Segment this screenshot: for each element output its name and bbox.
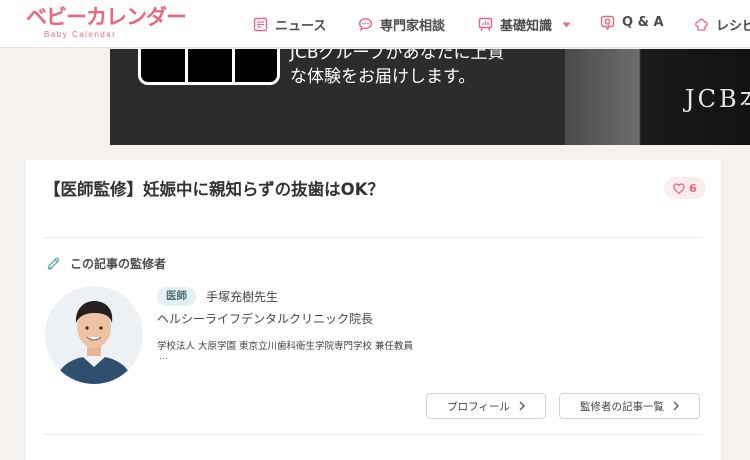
site-logo[interactable]: ベビーカレンダー Baby Calendar — [26, 4, 187, 39]
chef-hat-icon — [695, 18, 708, 31]
site-header: ベビーカレンダー Baby Calendar ニュース 専門家相談 基礎知識 Q… — [0, 0, 750, 48]
chevron-right-icon — [519, 401, 525, 411]
caret-down-icon — [562, 22, 571, 27]
nav-label-qa: Q & A — [622, 15, 664, 30]
article-card: 【医師監修】妊娠中に親知らずの抜歯はOK？ 6 この記事の監修者 医師 手塚充樹… — [26, 160, 721, 460]
newspaper-icon — [253, 17, 268, 32]
nav-label-basic-knowledge: 基礎知識 — [500, 19, 553, 34]
nav-item-expert-consult[interactable]: 専門家相談 — [358, 15, 445, 34]
jcb-logo-block — [138, 49, 280, 85]
description-ellipsis: … — [159, 352, 168, 362]
article-title: 【医師監修】妊娠中に親知らずの抜歯はOK？ — [44, 180, 384, 199]
banner-photo-sign: JCB本 — [685, 85, 750, 113]
banner-line-2: な体験をお届けします。 — [290, 67, 476, 87]
nav-label-expert-consult: 専門家相談 — [380, 19, 446, 34]
svg-text:Q: Q — [604, 17, 610, 26]
qa-bubble-icon: Q — [600, 15, 615, 30]
supervisor-avatar — [45, 286, 143, 384]
supervisor-name: 手塚充樹先生 — [206, 290, 279, 304]
supervisor-heading-label: この記事の監修者 — [70, 257, 167, 271]
heart-icon — [673, 182, 685, 194]
logo-subtitle: Baby Calendar — [44, 30, 117, 39]
banner-text: JCBグループがあなたに上質 な体験をお届けします。 — [290, 49, 505, 89]
supervisor-description: 学校法人 大原学園 東京立川歯科衛生学院専門学校 兼任教員 — [157, 341, 414, 352]
logo-text: ベビーカレンダー — [26, 5, 187, 29]
nav-item-basic-knowledge[interactable]: 基礎知識 — [478, 15, 571, 34]
nav-label-news: ニュース — [275, 19, 327, 34]
ad-banner[interactable]: JCBグループがあなたに上質 な体験をお届けします。 JCB本 — [110, 49, 750, 145]
divider-bottom — [44, 434, 701, 435]
chat-bubble-icon — [358, 18, 373, 32]
supervisor-articles-button-label: 監修者の記事一覧 — [580, 400, 664, 413]
banner-line-1: JCBグループがあなたに上質 — [290, 49, 505, 63]
like-button[interactable]: 6 — [664, 177, 706, 199]
pencil-icon — [47, 257, 60, 270]
supervisor-title: ヘルシーライフデンタルクリニック院長 — [157, 312, 374, 326]
role-badge: 医師 — [157, 287, 196, 306]
profile-button[interactable]: プロフィール — [426, 393, 546, 419]
nav-item-news[interactable]: ニュース — [253, 15, 326, 34]
easel-chart-icon — [478, 17, 493, 32]
profile-button-label: プロフィール — [447, 400, 510, 413]
supervisor-articles-button[interactable]: 監修者の記事一覧 — [559, 393, 700, 419]
banner-photo: JCB本 — [565, 49, 750, 145]
chevron-right-icon — [673, 401, 679, 411]
nav-item-recipe[interactable]: レシピ — [694, 15, 750, 34]
supervisor-heading: この記事の監修者 — [46, 255, 166, 272]
nav-label-recipe: レシピ — [716, 19, 750, 34]
like-count: 6 — [689, 181, 697, 195]
divider-top — [44, 237, 701, 238]
nav-item-qa[interactable]: Q Q & A — [600, 15, 664, 30]
